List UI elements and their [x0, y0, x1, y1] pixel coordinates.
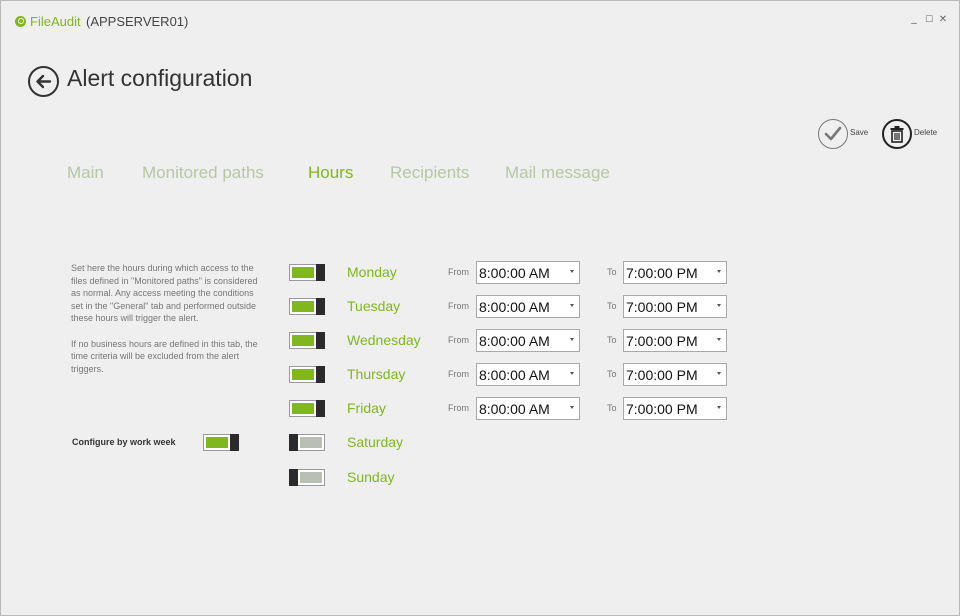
maximize-button[interactable]: ☐	[923, 15, 935, 25]
chevron-down-icon	[570, 372, 574, 375]
to-label: To	[607, 267, 617, 277]
wednesday-from-select[interactable]: 8:00:00 AM	[476, 329, 580, 352]
to-label: To	[607, 403, 617, 413]
friday-to-value: 7:00:00 PM	[626, 401, 698, 417]
monday-toggle[interactable]	[289, 264, 325, 281]
description-paragraph-2: If no business hours are defined in this…	[71, 338, 258, 374]
wednesday-toggle[interactable]	[289, 332, 325, 349]
trash-icon	[890, 126, 904, 143]
thursday-from-value: 8:00:00 AM	[479, 367, 550, 383]
to-label: To	[607, 335, 617, 345]
tab-mail-message[interactable]: Mail message	[505, 163, 610, 183]
delete-label: Delete	[914, 128, 938, 137]
from-label: From	[448, 267, 469, 277]
day-label-saturday: Saturday	[347, 434, 404, 450]
day-label-friday: Friday	[347, 400, 386, 416]
day-label-thursday: Thursday	[347, 366, 406, 382]
minimize-button[interactable]: _	[908, 11, 920, 24]
monday-to-select[interactable]: 7:00:00 PM	[623, 261, 727, 284]
save-label: Save	[850, 128, 869, 137]
delete-button[interactable]: Delete	[882, 119, 944, 151]
friday-from-value: 8:00:00 AM	[479, 401, 550, 417]
back-button[interactable]	[28, 66, 59, 97]
title-bar: FileAudit (APPSERVER01) _ ☐ ✕	[1, 1, 959, 41]
wednesday-to-value: 7:00:00 PM	[626, 333, 698, 349]
monday-to-value: 7:00:00 PM	[626, 265, 698, 281]
app-name: FileAudit	[30, 14, 81, 29]
wednesday-to-select[interactable]: 7:00:00 PM	[623, 329, 727, 352]
save-button[interactable]: Save	[818, 119, 870, 151]
delete-circle	[882, 119, 912, 149]
to-label: To	[607, 369, 617, 379]
thursday-toggle[interactable]	[289, 366, 325, 383]
monday-from-select[interactable]: 8:00:00 AM	[476, 261, 580, 284]
save-circle	[818, 119, 848, 149]
tab-monitored-paths[interactable]: Monitored paths	[142, 163, 264, 183]
wednesday-from-value: 8:00:00 AM	[479, 333, 550, 349]
server-name: (APPSERVER01)	[86, 14, 189, 29]
back-arrow-icon	[36, 74, 52, 89]
day-label-monday: Monday	[347, 264, 397, 280]
tuesday-to-value: 7:00:00 PM	[626, 299, 698, 315]
thursday-to-select[interactable]: 7:00:00 PM	[623, 363, 727, 386]
friday-toggle[interactable]	[289, 400, 325, 417]
day-label-tuesday: Tuesday	[347, 298, 401, 314]
tuesday-from-select[interactable]: 8:00:00 AM	[476, 295, 580, 318]
chevron-down-icon	[717, 338, 721, 341]
chevron-down-icon	[570, 304, 574, 307]
chevron-down-icon	[570, 270, 574, 273]
from-label: From	[448, 369, 469, 379]
work-week-label: Configure by work week	[72, 437, 176, 447]
friday-from-select[interactable]: 8:00:00 AM	[476, 397, 580, 420]
chevron-down-icon	[717, 372, 721, 375]
chevron-down-icon	[717, 270, 721, 273]
close-button[interactable]: ✕	[937, 14, 949, 25]
hours-description: Set here the hours during which access t…	[71, 262, 261, 388]
sunday-toggle[interactable]	[289, 469, 325, 486]
fileaudit-logo-icon	[15, 16, 26, 27]
from-label: From	[448, 301, 469, 311]
day-label-sunday: Sunday	[347, 469, 395, 485]
work-week-toggle[interactable]	[203, 434, 239, 451]
tuesday-toggle[interactable]	[289, 298, 325, 315]
chevron-down-icon	[717, 406, 721, 409]
tuesday-to-select[interactable]: 7:00:00 PM	[623, 295, 727, 318]
chevron-down-icon	[570, 338, 574, 341]
tab-main[interactable]: Main	[67, 163, 104, 183]
monday-from-value: 8:00:00 AM	[479, 265, 550, 281]
thursday-to-value: 7:00:00 PM	[626, 367, 698, 383]
friday-to-select[interactable]: 7:00:00 PM	[623, 397, 727, 420]
checkmark-icon	[824, 126, 842, 141]
tab-hours[interactable]: Hours	[308, 163, 353, 183]
tuesday-from-value: 8:00:00 AM	[479, 299, 550, 315]
saturday-toggle[interactable]	[289, 434, 325, 451]
day-label-wednesday: Wednesday	[347, 332, 421, 348]
tab-recipients[interactable]: Recipients	[390, 163, 469, 183]
from-label: From	[448, 335, 469, 345]
app-window: FileAudit (APPSERVER01) _ ☐ ✕ Alert conf…	[0, 0, 960, 616]
toggle-fill	[206, 437, 228, 448]
page-title: Alert configuration	[67, 65, 253, 91]
from-label: From	[448, 403, 469, 413]
toggle-knob	[230, 434, 239, 451]
to-label: To	[607, 301, 617, 311]
chevron-down-icon	[717, 304, 721, 307]
thursday-from-select[interactable]: 8:00:00 AM	[476, 363, 580, 386]
description-paragraph-1: Set here the hours during which access t…	[71, 263, 258, 324]
chevron-down-icon	[570, 406, 574, 409]
